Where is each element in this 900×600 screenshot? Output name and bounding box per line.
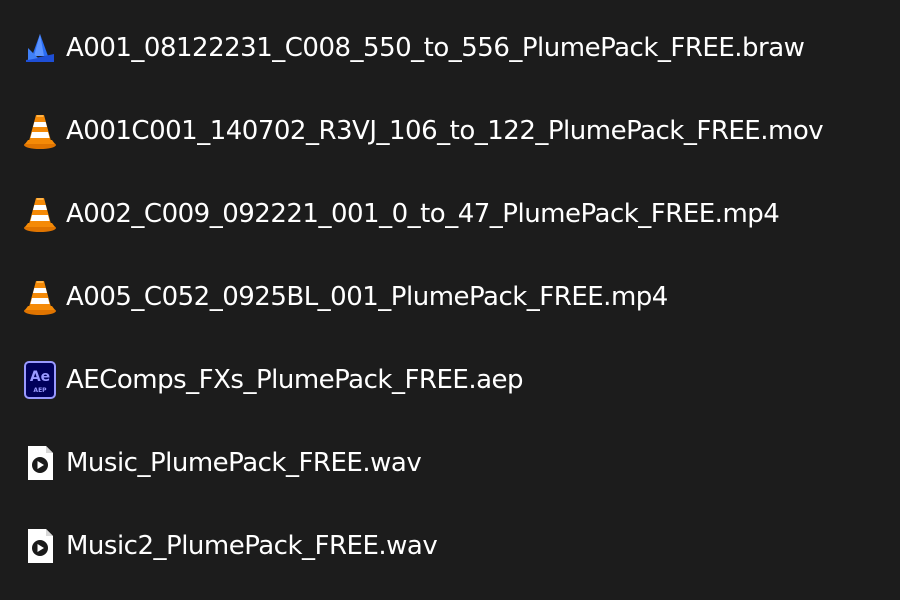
audio-file-icon [22,526,58,566]
file-item-mp4[interactable]: A005_C052_0925BL_001_PlumePack_FREE.mp4 [0,269,900,325]
svg-text:AEP: AEP [33,387,47,394]
braw-file-icon [22,28,58,68]
vlc-cone-icon [22,277,58,317]
vlc-cone-icon [22,111,58,151]
file-name: A005_C052_0925BL_001_PlumePack_FREE.mp4 [66,282,668,312]
after-effects-file-icon: Ae AEP [22,360,58,400]
file-item-mp4[interactable]: A002_C009_092221_001_0_to_47_PlumePack_F… [0,186,900,242]
svg-text:Ae: Ae [30,369,50,385]
file-item-mov[interactable]: A001C001_140702_R3VJ_106_to_122_PlumePac… [0,103,900,159]
file-name: Music_PlumePack_FREE.wav [66,448,422,478]
file-item-braw[interactable]: A001_08122231_C008_550_to_556_PlumePack_… [0,20,900,76]
file-name: A001_08122231_C008_550_to_556_PlumePack_… [66,33,805,63]
file-item-wav[interactable]: Music2_PlumePack_FREE.wav [0,518,900,574]
vlc-cone-icon [22,194,58,234]
file-name: AEComps_FXs_PlumePack_FREE.aep [66,365,524,395]
file-item-wav[interactable]: Music_PlumePack_FREE.wav [0,435,900,491]
file-item-aep[interactable]: Ae AEP AEComps_FXs_PlumePack_FREE.aep [0,352,900,408]
file-name: A001C001_140702_R3VJ_106_to_122_PlumePac… [66,116,824,146]
audio-file-icon [22,443,58,483]
file-name: A002_C009_092221_001_0_to_47_PlumePack_F… [66,199,780,229]
file-name: Music2_PlumePack_FREE.wav [66,531,438,561]
file-list: A001_08122231_C008_550_to_556_PlumePack_… [0,0,900,600]
